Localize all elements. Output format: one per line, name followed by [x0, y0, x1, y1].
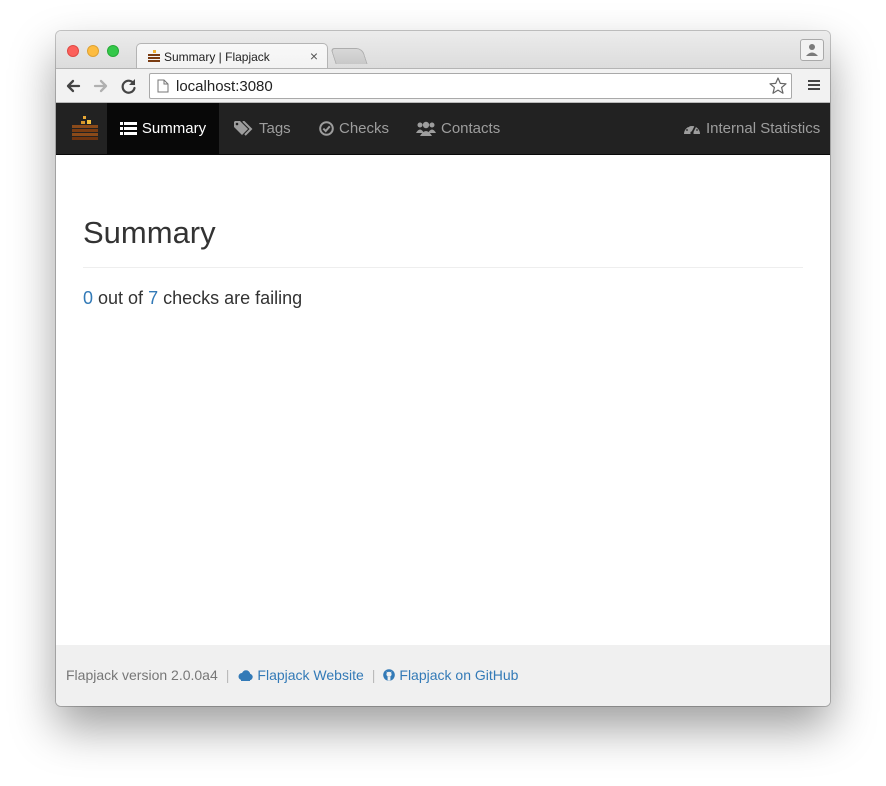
out-of-text: out of: [93, 288, 149, 308]
nav-item-checks[interactable]: Checks: [319, 103, 389, 154]
github-icon: [383, 669, 396, 681]
nav-label-checks: Checks: [339, 120, 390, 137]
flapjack-logo-icon[interactable]: [70, 113, 102, 143]
browser-window: Summary | Flapjack × localhost:3080 Summ…: [56, 31, 830, 706]
version-text: Flapjack version 2.0.0a4: [66, 667, 218, 683]
nav-label-internal-statistics: Internal Statistics: [706, 120, 821, 137]
bookmark-star-icon[interactable]: [768, 76, 788, 96]
url-text: localhost:3080: [176, 78, 273, 95]
title-divider: [83, 267, 803, 268]
failing-summary: 0 out of 7 checks are failing: [83, 288, 302, 309]
nav-item-summary[interactable]: Summary: [107, 103, 219, 154]
page-title: Summary: [83, 215, 216, 250]
flapjack-favicon-icon: [148, 50, 160, 62]
reload-icon[interactable]: [119, 76, 139, 96]
person-icon: [806, 44, 818, 56]
browser-tab[interactable]: Summary | Flapjack ×: [136, 43, 328, 70]
dashboard-icon: [684, 123, 700, 135]
check-circle-icon: [319, 121, 334, 136]
footer-separator: |: [371, 667, 376, 683]
tab-strip: Summary | Flapjack ×: [56, 31, 830, 70]
list-icon: [119, 121, 137, 135]
nav-item-contacts[interactable]: Contacts: [416, 103, 500, 154]
site-navbar: Summary Tags Checks Contacts Internal St…: [56, 103, 830, 155]
footer-separator: |: [225, 667, 230, 683]
flapjack-website-link[interactable]: Flapjack Website: [237, 667, 364, 683]
website-link-label: Flapjack Website: [257, 667, 364, 683]
nav-label-tags: Tags: [259, 120, 291, 137]
back-arrow-icon[interactable]: [63, 76, 83, 96]
tab-close-icon[interactable]: ×: [307, 47, 321, 65]
hamburger-menu-icon[interactable]: [807, 78, 821, 92]
checks-failing-text: checks are failing: [158, 288, 303, 308]
page-footer: Flapjack version 2.0.0a4 | Flapjack Webs…: [56, 645, 830, 706]
flapjack-github-link[interactable]: Flapjack on GitHub: [383, 667, 518, 683]
new-tab-button[interactable]: [330, 48, 368, 64]
users-icon: [416, 121, 436, 136]
forward-arrow-icon[interactable]: [91, 76, 111, 96]
browser-toolbar: localhost:3080: [56, 68, 830, 103]
nav-label-contacts: Contacts: [441, 120, 501, 137]
total-count-link[interactable]: 7: [148, 288, 158, 308]
maximize-window-button[interactable]: [107, 45, 119, 57]
nav-label-summary: Summary: [141, 120, 207, 137]
page-icon: [157, 79, 169, 93]
close-window-button[interactable]: [67, 45, 79, 57]
failing-count-link[interactable]: 0: [83, 288, 93, 308]
profile-button[interactable]: [800, 39, 824, 61]
cloud-icon: [238, 669, 254, 681]
nav-item-internal-statistics[interactable]: Internal Statistics: [683, 103, 820, 154]
address-bar[interactable]: localhost:3080: [149, 73, 792, 99]
nav-item-tags[interactable]: Tags: [234, 103, 291, 154]
tags-icon: [234, 121, 253, 136]
minimize-window-button[interactable]: [87, 45, 99, 57]
tab-title: Summary | Flapjack: [164, 50, 270, 64]
github-link-label: Flapjack on GitHub: [399, 667, 519, 683]
